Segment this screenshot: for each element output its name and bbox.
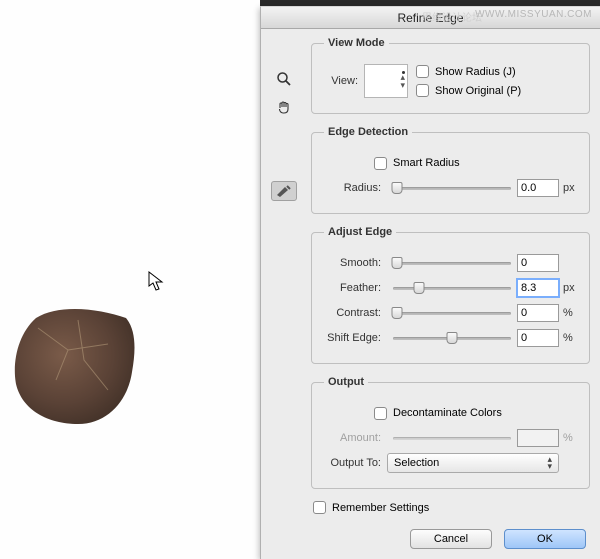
view-label: View: [324, 75, 364, 87]
radius-unit: px [563, 182, 579, 194]
document-canvas [0, 0, 260, 559]
contrast-label: Contrast: [324, 307, 387, 319]
watermark-cn: 思缘设计论坛 [422, 9, 482, 24]
shift-edge-input[interactable] [517, 329, 559, 347]
smooth-slider[interactable] [393, 256, 511, 270]
pan-tool[interactable] [271, 97, 297, 117]
dropdown-arrows-icon: ▴▾ [400, 73, 405, 89]
dropdown-arrows-icon: ▴▾ [547, 456, 552, 470]
amount-slider [393, 431, 511, 445]
cancel-button[interactable]: Cancel [410, 529, 492, 549]
toolbar [271, 69, 299, 209]
ok-button[interactable]: OK [504, 529, 586, 549]
checkbox-icon [374, 157, 387, 170]
magnifier-icon [276, 71, 292, 87]
show-radius-label: Show Radius (J) [435, 66, 516, 78]
hand-icon [276, 99, 292, 115]
output-legend: Output [324, 376, 368, 388]
contrast-input[interactable] [517, 304, 559, 322]
brush-icon [275, 184, 293, 198]
view-mode-group: View Mode View: ▴▾ Show Radius (J) [311, 37, 590, 114]
shift-edge-unit: % [563, 332, 579, 344]
smooth-input[interactable] [517, 254, 559, 272]
view-mode-select[interactable]: ▴▾ [364, 64, 408, 98]
adjust-edge-group: Adjust Edge Smooth: Feather: px Contrast… [311, 226, 590, 364]
output-group: Output Decontaminate Colors Amount: % Ou… [311, 376, 590, 489]
edge-detection-legend: Edge Detection [324, 126, 412, 138]
amount-input [517, 429, 559, 447]
refine-edge-dialog: Refine Edge View Mode View: ▴▾ [260, 6, 600, 559]
shift-edge-label: Shift Edge: [324, 332, 387, 344]
adjust-edge-legend: Adjust Edge [324, 226, 396, 238]
contrast-slider[interactable] [393, 306, 511, 320]
checkbox-icon [374, 407, 387, 420]
zoom-tool[interactable] [271, 69, 297, 89]
smooth-label: Smooth: [324, 257, 387, 269]
radius-input[interactable] [517, 179, 559, 197]
feather-input[interactable] [517, 279, 559, 297]
radius-label: Radius: [324, 182, 387, 194]
feather-label: Feather: [324, 282, 387, 294]
remember-settings-checkbox[interactable]: Remember Settings [313, 501, 590, 514]
show-original-label: Show Original (P) [435, 85, 521, 97]
output-to-value: Selection [394, 457, 439, 469]
checkbox-icon [313, 501, 326, 514]
output-to-select[interactable]: Selection ▴▾ [387, 453, 559, 473]
feather-slider[interactable] [393, 281, 511, 295]
remember-settings-label: Remember Settings [332, 502, 429, 514]
smart-radius-label: Smart Radius [393, 157, 460, 169]
feather-unit: px [563, 282, 579, 294]
shift-edge-slider[interactable] [393, 331, 511, 345]
checkbox-icon [416, 84, 429, 97]
watermark-url: WWW.MISSYUAN.COM [475, 9, 592, 20]
edge-detection-group: Edge Detection Smart Radius Radius: px [311, 126, 590, 214]
output-to-label: Output To: [324, 457, 387, 469]
smart-radius-checkbox[interactable]: Smart Radius [374, 157, 460, 170]
radius-slider[interactable] [393, 181, 511, 195]
decontaminate-label: Decontaminate Colors [393, 407, 502, 419]
show-original-checkbox[interactable]: Show Original (P) [416, 84, 521, 97]
view-mode-legend: View Mode [324, 37, 389, 49]
checkbox-icon [416, 65, 429, 78]
decontaminate-checkbox[interactable]: Decontaminate Colors [374, 407, 502, 420]
dialog-footer: Cancel OK [410, 529, 586, 549]
amount-label: Amount: [324, 432, 387, 444]
contrast-unit: % [563, 307, 579, 319]
amount-unit: % [563, 432, 579, 444]
refine-radius-tool[interactable] [271, 181, 297, 201]
show-radius-checkbox[interactable]: Show Radius (J) [416, 65, 521, 78]
rock-image [8, 300, 148, 430]
